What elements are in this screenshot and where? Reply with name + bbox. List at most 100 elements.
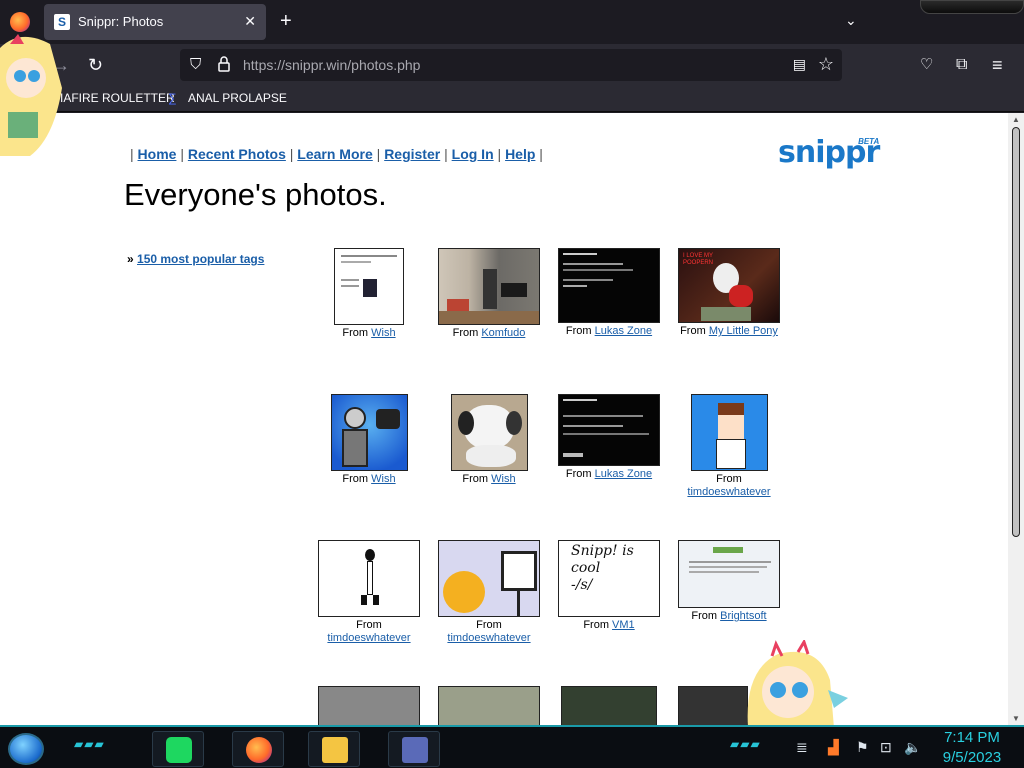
taskbar-app[interactable] <box>152 731 204 767</box>
photo-cell: From Wish <box>309 248 429 340</box>
popular-tags-link[interactable]: 150 most popular tags <box>137 252 264 266</box>
spotify-icon <box>166 737 192 763</box>
from-label: From <box>565 468 592 480</box>
photo-cell: From Brightsoft <box>669 540 789 623</box>
list-tabs-chevron-icon[interactable]: ⌄ <box>845 12 857 29</box>
source-link[interactable]: My Little Pony <box>709 325 778 337</box>
firefox-icon <box>246 737 272 763</box>
photo-thumbnail[interactable] <box>561 686 657 725</box>
photo-cell: From timdoeswhatever <box>309 540 429 645</box>
source-link[interactable]: Wish <box>371 327 395 339</box>
active-tab[interactable]: S Snippr: Photos ✕ <box>44 4 266 40</box>
nav-register[interactable]: Register <box>384 146 440 162</box>
url-host: https://snippr.win <box>243 57 348 73</box>
scroll-down-icon[interactable]: ▼ <box>1012 714 1020 723</box>
robot-drawing-thumbnail[interactable] <box>330 394 408 471</box>
photo-cell: From Komfudo <box>429 248 549 340</box>
dog-photo-thumbnail[interactable] <box>450 394 528 471</box>
url-path: /photos.php <box>347 57 421 73</box>
snippr-logo[interactable]: snippr BETA <box>778 135 880 170</box>
photo-caption: I LOVE MY POOPERN <box>683 253 714 266</box>
reload-icon[interactable]: ↻ <box>88 54 103 76</box>
app-tray-icon[interactable]: ▟ <box>828 739 839 756</box>
from-label: From <box>680 325 706 337</box>
emoji-thumbnail[interactable] <box>438 540 540 617</box>
source-link[interactable]: timdoeswhatever <box>447 632 530 644</box>
source-link[interactable]: VM1 <box>612 619 635 631</box>
show-hidden-icons[interactable]: ≣ <box>796 739 808 756</box>
photo-cell: Snipp! is cool -/s/ From VM1 <box>549 540 669 632</box>
nav-log-in[interactable]: Log In <box>452 146 494 162</box>
pocket-icon[interactable]: ♡ <box>920 54 933 76</box>
room-photo-thumbnail[interactable] <box>438 248 540 325</box>
photo-cell: From Lukas Zone <box>549 248 669 338</box>
new-tab-icon[interactable]: + <box>280 10 292 32</box>
extensions-icon[interactable]: ⧉ <box>956 54 967 76</box>
nav-help[interactable]: Help <box>505 146 535 162</box>
pony-photo-thumbnail[interactable]: I LOVE MY POOPERN <box>678 248 780 323</box>
taskbar-app[interactable] <box>232 731 284 767</box>
photo-cell: From Wish <box>309 394 429 486</box>
photo-cell: From timdoeswhatever <box>669 394 789 499</box>
source-link[interactable]: timdoeswhatever <box>327 632 410 644</box>
network-icon[interactable]: ⊡ <box>880 739 892 756</box>
scroll-thumb[interactable] <box>1012 127 1020 537</box>
file-explorer-icon <box>322 737 348 763</box>
nav-home[interactable]: Home <box>138 146 177 162</box>
clock-date: 9/5/2023 <box>942 749 1002 766</box>
screenshot-thumbnail[interactable] <box>334 248 404 325</box>
start-button[interactable] <box>8 733 44 765</box>
tags-bullet: » <box>127 252 134 266</box>
handwriting-thumbnail[interactable]: Snipp! is cool -/s/ <box>558 540 660 617</box>
photo-thumbnail[interactable] <box>318 686 420 725</box>
source-link[interactable]: Lukas Zone <box>595 468 652 480</box>
taskbar-decoration: ▰▰▰ <box>730 737 761 751</box>
photo-cell: I LOVE MY POOPERN From My Little Pony <box>669 248 789 338</box>
taskbar-decoration: ▰▰▰ <box>74 737 105 751</box>
source-link[interactable]: timdoeswhatever <box>687 486 770 498</box>
bookmark-item[interactable]: IAFIRE ROULETTER <box>60 91 175 105</box>
photo-cell: From Lukas Zone <box>549 394 669 481</box>
taskbar: ▰▰▰ ▰▰▰ ≣ ▟ ⚑ ⊡ 🔈 7:14 PM 9/5/2023 <box>0 725 1024 768</box>
character-drawing-thumbnail[interactable] <box>690 394 768 471</box>
scroll-up-icon[interactable]: ▲ <box>1012 115 1020 124</box>
popular-tags: » 150 most popular tags <box>127 252 264 266</box>
bookmark-star-icon[interactable]: ☆ <box>818 54 834 75</box>
source-link[interactable]: Brightsoft <box>720 610 766 622</box>
site-navigation: | Home | Recent Photos | Learn More | Re… <box>130 146 543 162</box>
source-link[interactable]: Wish <box>371 473 395 485</box>
bookmark-sigma-icon: ∑ <box>168 91 177 105</box>
from-label: From <box>565 325 592 337</box>
beta-badge: BETA <box>858 137 880 146</box>
nav-learn-more[interactable]: Learn More <box>297 146 372 162</box>
bookmark-item[interactable]: ANAL PROLAPSE <box>188 91 287 105</box>
webpage-thumbnail[interactable] <box>678 540 780 608</box>
volume-icon[interactable]: 🔈 <box>904 739 921 756</box>
taskbar-app[interactable] <box>388 731 440 767</box>
terminal-thumbnail[interactable] <box>558 248 660 323</box>
mascot-sticker-image <box>0 34 62 156</box>
mascot-sticker-image <box>747 640 848 728</box>
tab-close-icon[interactable]: ✕ <box>244 13 256 30</box>
source-link[interactable]: Komfudo <box>481 327 525 339</box>
source-link[interactable]: Lukas Zone <box>595 325 652 337</box>
taskbar-app[interactable] <box>308 731 360 767</box>
reader-view-icon[interactable]: ▤ <box>793 56 806 73</box>
url-text[interactable]: https://snippr.win/photos.php <box>243 57 420 73</box>
photo-cell: From timdoeswhatever <box>429 540 549 645</box>
terminal-thumbnail[interactable] <box>558 394 660 466</box>
navigation-toolbar: → ↻ ⛉ https://snippr.win/photos.php ▤ ☆ … <box>0 44 1024 86</box>
tab-title: Snippr: Photos <box>78 14 164 29</box>
bookmarks-toolbar: IAFIRE ROULETTER ∑ ANAL PROLAPSE <box>0 86 1024 112</box>
system-clock[interactable]: 7:14 PM 9/5/2023 <box>934 728 1010 768</box>
photo-thumbnail[interactable] <box>438 686 540 725</box>
address-bar[interactable]: ⛉ https://snippr.win/photos.php ▤ ☆ <box>180 49 842 81</box>
hamburger-menu-icon[interactable]: ≡ <box>992 54 1003 76</box>
tracking-protection-shield-icon[interactable]: ⛉ <box>190 56 201 73</box>
stick-figure-thumbnail[interactable] <box>318 540 420 617</box>
nav-recent-photos[interactable]: Recent Photos <box>188 146 286 162</box>
lock-icon[interactable] <box>218 56 230 72</box>
source-link[interactable]: Wish <box>491 473 515 485</box>
flag-icon[interactable]: ⚑ <box>856 739 869 756</box>
page-scrollbar[interactable]: ▲ ▼ <box>1008 113 1024 725</box>
